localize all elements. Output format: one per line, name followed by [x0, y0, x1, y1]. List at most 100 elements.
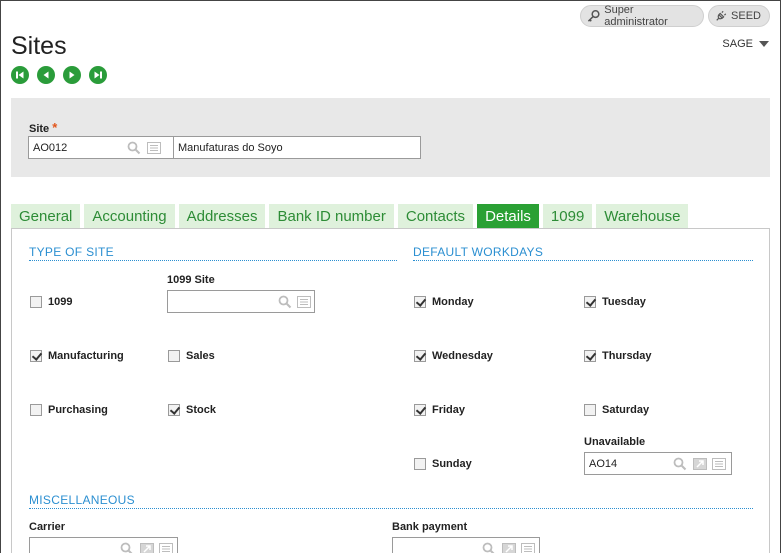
chevron-down-icon: [759, 41, 769, 47]
unavailable-input[interactable]: AO14: [584, 452, 732, 475]
checkbox-monday[interactable]: Monday: [414, 296, 474, 308]
open-link-icon[interactable]: [502, 542, 516, 553]
site-code-input[interactable]: AO012: [28, 136, 177, 159]
tab-warehouse[interactable]: Warehouse: [596, 204, 689, 228]
checkbox-friday-box[interactable]: [414, 404, 426, 416]
checkbox-thursday-label: Thursday: [602, 350, 652, 362]
checkbox-purchasing-label: Purchasing: [48, 404, 108, 416]
bank-payment-label: Bank payment: [392, 521, 468, 533]
checkbox-monday-label: Monday: [432, 296, 474, 308]
miscellaneous-divider: [29, 508, 753, 509]
last-record-button[interactable]: [89, 66, 107, 84]
checkbox-purchasing[interactable]: Purchasing: [30, 404, 108, 416]
checkbox-sunday[interactable]: Sunday: [414, 458, 472, 470]
checkbox-tuesday[interactable]: Tuesday: [584, 296, 646, 308]
tab-accounting[interactable]: Accounting: [84, 204, 175, 228]
checkbox-sunday-box[interactable]: [414, 458, 426, 470]
user-profile-button[interactable]: Super administrator: [580, 4, 704, 28]
tab-bar: General Accounting Addresses Bank ID num…: [11, 204, 689, 228]
required-marker: *: [52, 120, 58, 135]
site-label: Site *: [29, 120, 57, 135]
search-icon[interactable]: [278, 295, 292, 309]
list-icon[interactable]: [297, 295, 311, 309]
search-icon[interactable]: [673, 457, 687, 471]
search-icon[interactable]: [120, 542, 134, 553]
checkbox-sales-label: Sales: [186, 350, 215, 362]
site-1099-input[interactable]: [167, 290, 315, 313]
list-icon[interactable]: [712, 457, 726, 471]
plug-icon: [716, 10, 727, 21]
open-link-icon[interactable]: [140, 542, 154, 553]
checkbox-thursday-box[interactable]: [584, 350, 596, 362]
skip-last-icon: [94, 71, 102, 79]
checkbox-stock-label: Stock: [186, 404, 216, 416]
checkbox-saturday-box[interactable]: [584, 404, 596, 416]
type-of-site-divider: [29, 260, 397, 261]
checkbox-1099[interactable]: 1099: [30, 296, 72, 308]
site-label-text: Site: [29, 123, 50, 135]
key-icon: [587, 10, 600, 22]
details-panel: TYPE OF SITE 1099 Site 1099 Manufacturin…: [11, 228, 770, 553]
default-workdays-divider: [413, 260, 753, 261]
previous-record-button[interactable]: [37, 66, 55, 84]
type-of-site-title: TYPE OF SITE: [29, 245, 114, 259]
site-name-value: Manufaturas do Soyo: [178, 141, 283, 154]
first-record-button[interactable]: [11, 66, 29, 84]
checkbox-friday-label: Friday: [432, 404, 466, 416]
tab-details[interactable]: Details: [477, 204, 539, 228]
tab-general[interactable]: General: [11, 204, 81, 228]
search-icon[interactable]: [127, 141, 141, 155]
skip-first-icon: [16, 71, 24, 79]
checkbox-stock[interactable]: Stock: [168, 404, 216, 416]
checkbox-friday[interactable]: Friday: [414, 404, 465, 416]
checkbox-saturday[interactable]: Saturday: [584, 404, 649, 416]
record-navigation: [11, 66, 107, 84]
folder-pill-label: SEED: [731, 10, 761, 22]
tab-contacts[interactable]: Contacts: [397, 204, 474, 228]
tab-bank-id-number[interactable]: Bank ID number: [269, 204, 394, 228]
checkbox-manufacturing-box[interactable]: [30, 350, 42, 362]
default-workdays-title: DEFAULT WORKDAYS: [413, 245, 544, 259]
checkbox-1099-box[interactable]: [30, 296, 42, 308]
open-link-icon[interactable]: [693, 457, 707, 471]
carrier-label: Carrier: [29, 521, 66, 533]
checkbox-1099-label: 1099: [48, 296, 73, 308]
previous-icon: [43, 71, 49, 79]
search-icon[interactable]: [482, 542, 496, 553]
site-1099-label: 1099 Site: [167, 274, 215, 286]
next-icon: [69, 71, 75, 79]
folder-selector[interactable]: SAGE: [722, 38, 769, 50]
tab-addresses[interactable]: Addresses: [178, 204, 266, 228]
checkbox-wednesday-label: Wednesday: [432, 350, 493, 362]
checkbox-wednesday[interactable]: Wednesday: [414, 350, 493, 362]
site-name-input[interactable]: Manufaturas do Soyo: [173, 136, 421, 159]
checkbox-sales-box[interactable]: [168, 350, 180, 362]
folder-selector-label: SAGE: [722, 38, 753, 50]
unavailable-value: AO14: [589, 457, 618, 470]
list-icon[interactable]: [159, 542, 173, 553]
list-icon[interactable]: [147, 141, 161, 155]
carrier-input[interactable]: [29, 537, 178, 553]
page-title: Sites: [11, 32, 67, 60]
checkbox-sunday-label: Sunday: [432, 458, 472, 470]
checkbox-saturday-label: Saturday: [602, 404, 650, 416]
checkbox-tuesday-label: Tuesday: [602, 296, 646, 308]
next-record-button[interactable]: [63, 66, 81, 84]
key-panel: Site * AO012 Manufaturas do Soyo: [11, 98, 770, 177]
tab-1099[interactable]: 1099: [542, 204, 593, 228]
bank-payment-input[interactable]: [392, 537, 540, 553]
checkbox-sales[interactable]: Sales: [168, 350, 215, 362]
checkbox-purchasing-box[interactable]: [30, 404, 42, 416]
checkbox-monday-box[interactable]: [414, 296, 426, 308]
miscellaneous-title: MISCELLANEOUS: [29, 493, 135, 507]
checkbox-thursday[interactable]: Thursday: [584, 350, 652, 362]
user-label: Super administrator: [604, 4, 668, 28]
checkbox-wednesday-box[interactable]: [414, 350, 426, 362]
checkbox-stock-box[interactable]: [168, 404, 180, 416]
checkbox-manufacturing-label: Manufacturing: [48, 350, 124, 362]
folder-pill-button[interactable]: SEED: [708, 5, 770, 27]
list-icon[interactable]: [521, 542, 535, 553]
unavailable-label: Unavailable: [584, 436, 646, 448]
checkbox-manufacturing[interactable]: Manufacturing: [30, 350, 124, 362]
checkbox-tuesday-box[interactable]: [584, 296, 596, 308]
